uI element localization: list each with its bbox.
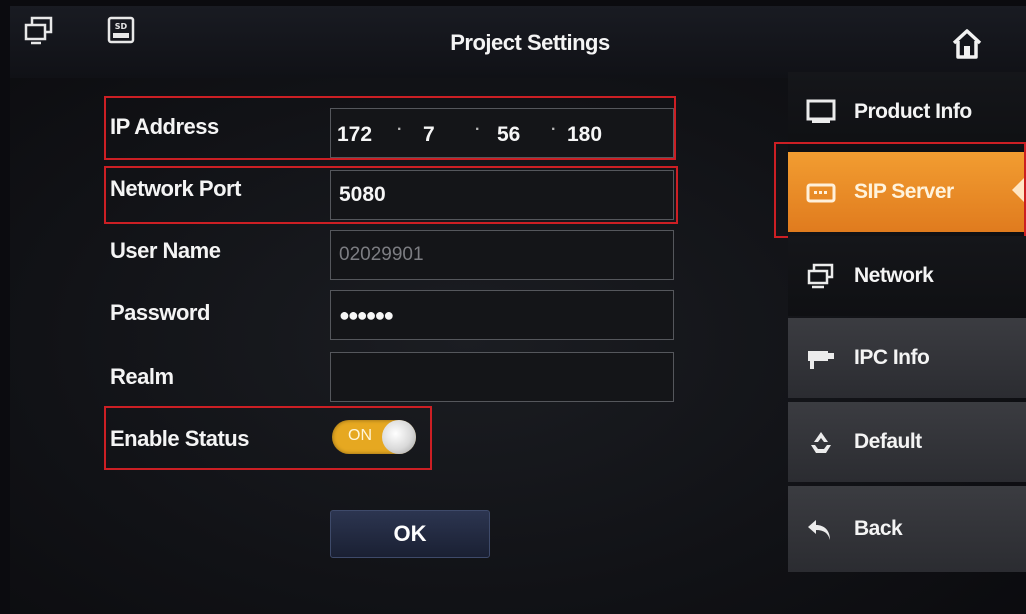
home-icon[interactable] (950, 28, 984, 60)
toggle-state-text: ON (348, 427, 372, 444)
sidebar-item-back[interactable]: Back (788, 486, 1026, 572)
sidebar-item-default[interactable]: Default (788, 402, 1026, 482)
ip-separator: · (475, 121, 481, 138)
ip-separator: · (397, 121, 403, 138)
enable-status-label: Enable Status (110, 426, 249, 451)
monitor-icon (806, 99, 836, 123)
sidebar-label: Default (854, 430, 922, 453)
ip-address-label: IP Address (110, 114, 219, 139)
svg-text:SD: SD (115, 22, 128, 31)
sidebar-label: Back (854, 517, 903, 540)
network-port-label: Network Port (110, 176, 241, 201)
ip-octet-3[interactable]: 56 (497, 123, 520, 147)
enable-status-toggle[interactable]: ON (332, 420, 416, 454)
network-icon (807, 263, 834, 289)
page-title: Project Settings (450, 30, 610, 55)
recycle-icon (811, 432, 831, 453)
server-icon (806, 183, 836, 203)
sidebar-item-sip-server[interactable]: SIP Server (788, 152, 1026, 232)
sd-card-icon[interactable]: SD (106, 16, 136, 46)
ip-address-field[interactable]: 172 · 7 · 56 · 180 (330, 108, 674, 158)
ip-octet-4[interactable]: 180 (567, 123, 602, 147)
multi-monitor-icon[interactable] (24, 16, 54, 46)
ok-button[interactable]: OK (330, 510, 490, 558)
sidebar-label: Product Info (854, 100, 972, 123)
active-indicator-icon (1012, 178, 1024, 202)
user-name-label: User Name (110, 238, 221, 263)
password-field[interactable]: ●●●●●● (330, 290, 674, 340)
network-port-field[interactable]: 5080 (330, 170, 674, 220)
camera-icon (808, 351, 834, 369)
password-label: Password (110, 300, 210, 325)
realm-label: Realm (110, 364, 174, 389)
realm-field[interactable] (330, 352, 674, 402)
user-name-field[interactable]: 02029901 (330, 230, 674, 280)
toggle-knob (382, 420, 416, 454)
sidebar-item-network[interactable]: Network (788, 236, 1026, 316)
sidebar-item-ipc-info[interactable]: IPC Info (788, 318, 1026, 398)
sidebar-label: IPC Info (854, 346, 930, 369)
ip-separator: · (551, 121, 557, 138)
back-arrow-icon (808, 520, 830, 540)
sidebar-item-product-info[interactable]: Product Info (788, 72, 1026, 152)
sidebar-label: SIP Server (854, 180, 954, 203)
sidebar-label: Network (854, 264, 934, 287)
ip-octet-2[interactable]: 7 (423, 123, 435, 147)
ip-octet-1[interactable]: 172 (337, 123, 372, 147)
